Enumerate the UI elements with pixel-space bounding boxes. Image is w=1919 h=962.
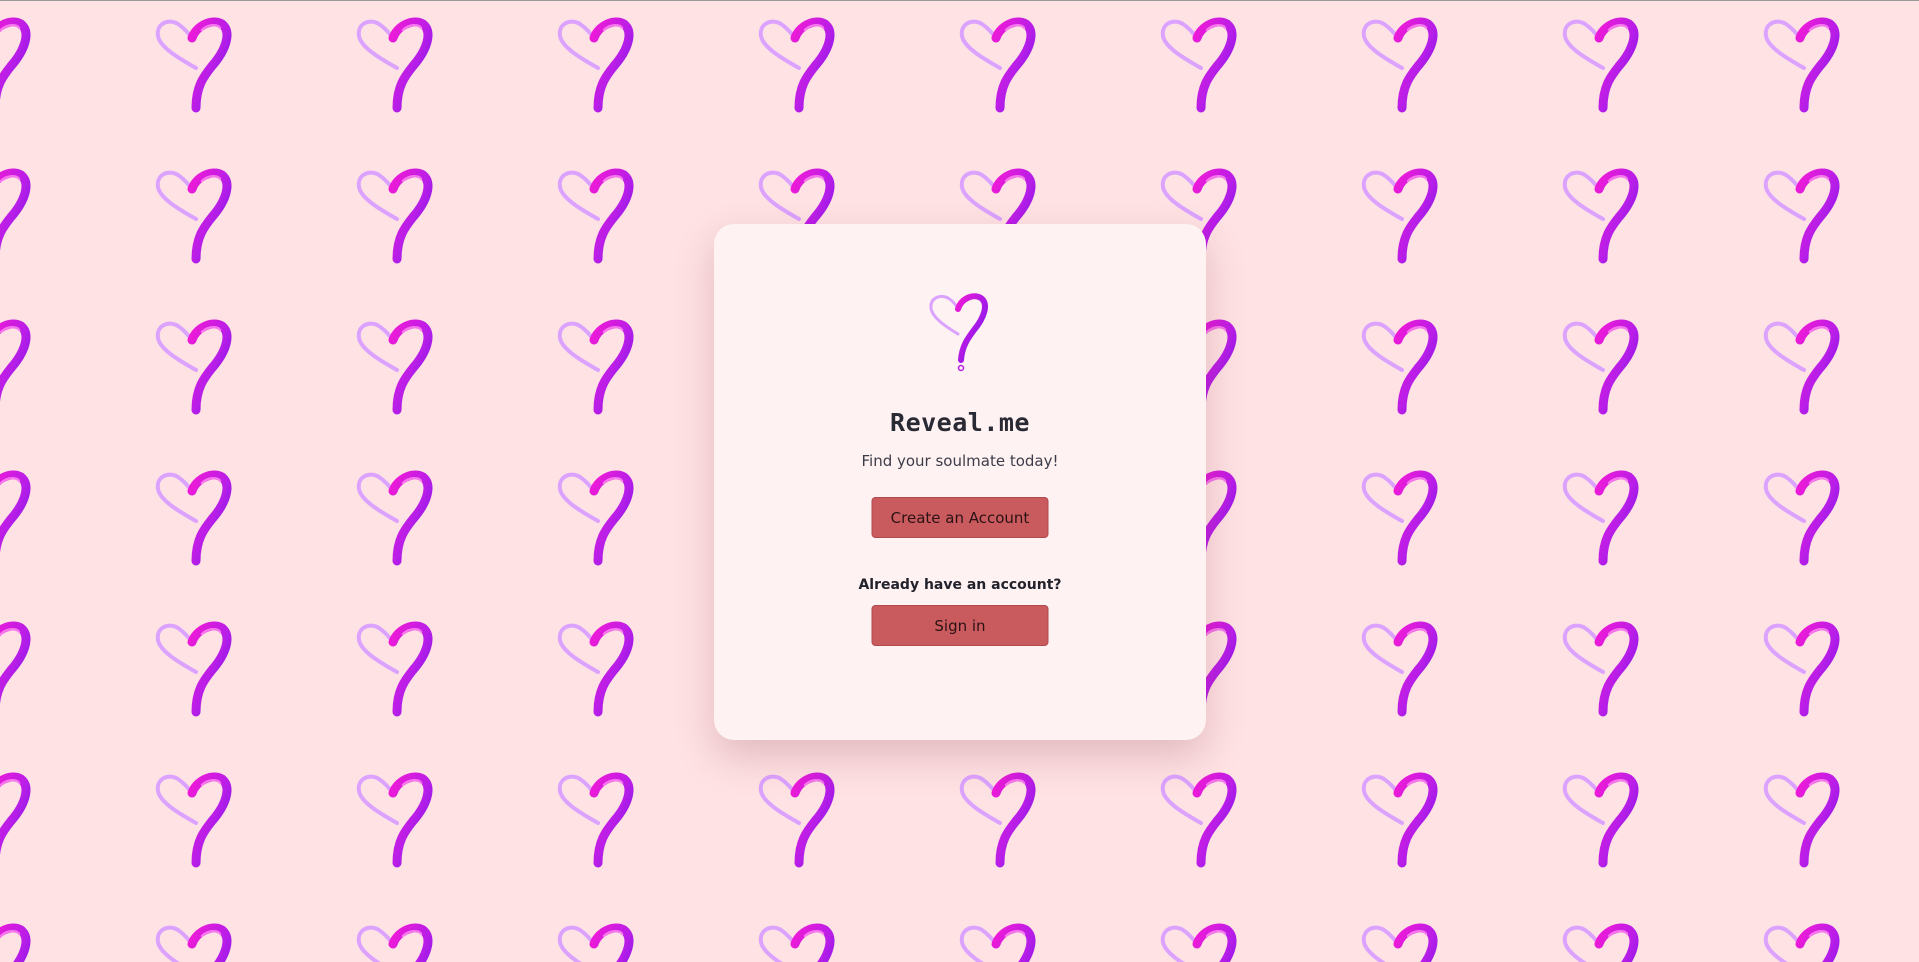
heart-question-mark-icon [929, 293, 988, 372]
sign-in-button[interactable]: Sign in [871, 605, 1049, 646]
app-title: Reveal.me [890, 408, 1030, 437]
create-account-button[interactable]: Create an Account [871, 497, 1049, 538]
existing-account-prompt: Already have an account? [858, 577, 1062, 593]
tagline: Find your soulmate today! [861, 452, 1059, 470]
welcome-card: Reveal.me Find your soulmate today! Crea… [714, 224, 1206, 740]
